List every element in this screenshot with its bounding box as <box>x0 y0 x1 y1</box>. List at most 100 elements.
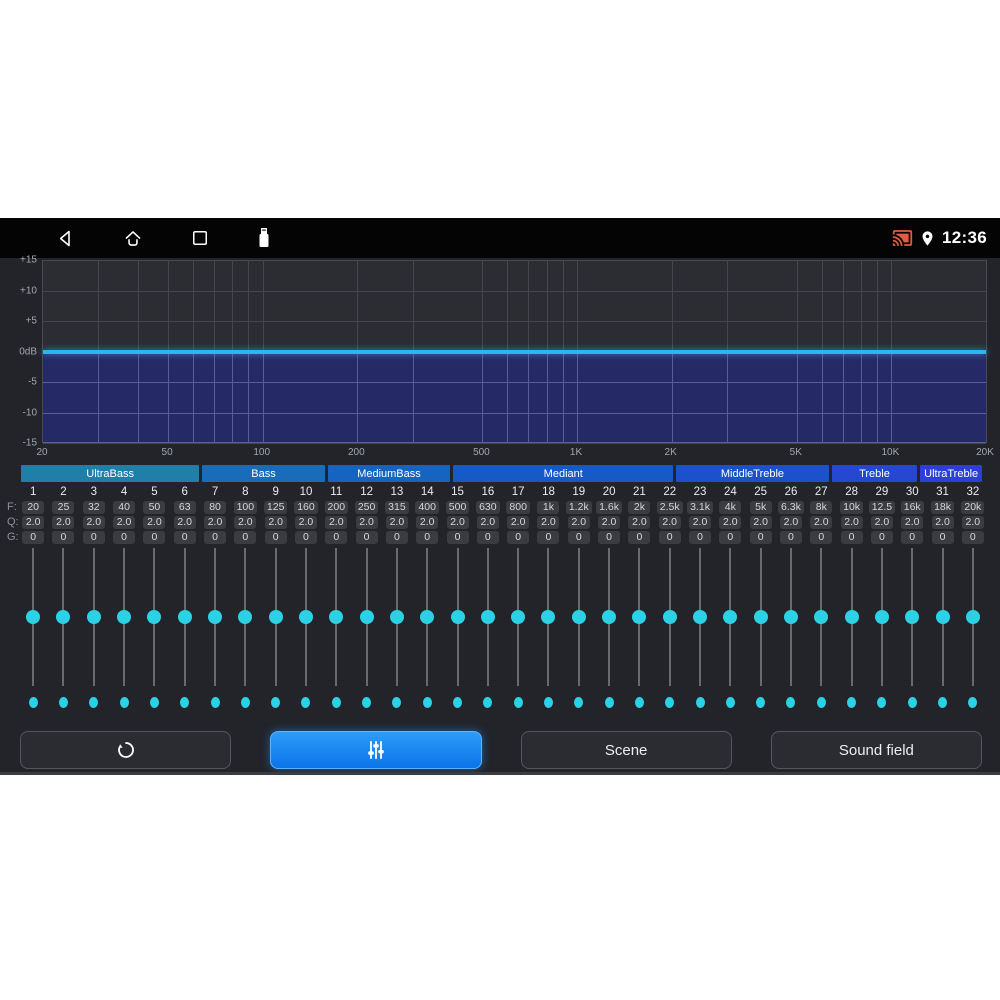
slider-thumb[interactable] <box>783 610 798 624</box>
nav-bar <box>55 227 272 249</box>
gain-slider[interactable] <box>442 548 472 686</box>
channel-column: 13 315 2.0 0 <box>382 485 412 544</box>
gain-slider[interactable] <box>685 548 715 686</box>
slider-thumb[interactable] <box>511 610 526 624</box>
gain-slider[interactable] <box>48 548 78 686</box>
slider-thumb[interactable] <box>389 610 404 624</box>
slider-thumb[interactable] <box>905 610 920 624</box>
grid-vline-light <box>860 351 862 443</box>
gain-slider[interactable] <box>473 548 503 686</box>
slider-thumb[interactable] <box>814 610 829 624</box>
slider-thumb[interactable] <box>177 610 192 624</box>
reset-button[interactable] <box>20 731 232 769</box>
gain-slider[interactable] <box>897 548 927 686</box>
gain-slider[interactable] <box>533 548 563 686</box>
slider-thumb[interactable] <box>632 610 647 624</box>
gain-slider[interactable] <box>170 548 200 686</box>
channel-number: 21 <box>633 486 646 498</box>
slider-thumb[interactable] <box>147 610 162 624</box>
channel-number: 28 <box>845 486 858 498</box>
grid-hline-light <box>43 442 986 443</box>
gain-slider[interactable] <box>927 548 957 686</box>
gain-slider[interactable] <box>230 548 260 686</box>
q-value: 2.0 <box>901 516 924 529</box>
gain-slider[interactable] <box>503 548 533 686</box>
gain-slider[interactable] <box>776 548 806 686</box>
slider-thumb[interactable] <box>935 610 950 624</box>
slider-thumb[interactable] <box>480 610 495 624</box>
slider-thumb[interactable] <box>238 610 253 624</box>
scene-button[interactable]: Scene <box>520 731 732 769</box>
sound-field-button[interactable]: Sound field <box>770 731 982 769</box>
slider-thumb[interactable] <box>693 610 708 624</box>
gain-slider[interactable] <box>351 548 381 686</box>
slider-thumb[interactable] <box>117 610 132 624</box>
equalizer-button[interactable] <box>270 731 482 769</box>
slider-thumb[interactable] <box>268 610 283 624</box>
gain-slider[interactable] <box>261 548 291 686</box>
grid-vline-light <box>546 351 548 443</box>
slider-thumb[interactable] <box>420 610 435 624</box>
indicator-dot <box>362 697 372 708</box>
slider-thumb[interactable] <box>662 610 677 624</box>
gain-slider[interactable] <box>564 548 594 686</box>
grid-vline-light <box>214 351 216 443</box>
g-value: 0 <box>658 531 681 544</box>
bottom-button-bar: Scene Sound field <box>20 731 982 769</box>
slider-thumb[interactable] <box>541 610 556 624</box>
grid-vline-light <box>192 351 194 443</box>
slider-thumb[interactable] <box>874 610 889 624</box>
gain-slider[interactable] <box>746 548 776 686</box>
slider-thumb[interactable] <box>571 610 586 624</box>
g-value: 0 <box>355 531 378 544</box>
slider-thumb[interactable] <box>602 610 617 624</box>
band-group-label: MiddleTreble <box>676 465 829 482</box>
grid-vline-light <box>891 351 893 443</box>
recents-icon[interactable] <box>190 228 210 248</box>
gain-slider[interactable] <box>18 548 48 686</box>
g-value: 0 <box>204 531 227 544</box>
y-tick-label: -15 <box>22 437 37 449</box>
gain-slider[interactable] <box>594 548 624 686</box>
gain-slider[interactable] <box>79 548 109 686</box>
channel-number: 8 <box>242 486 249 498</box>
grid-vline-light <box>482 351 484 443</box>
param-row-labels: F: Q: G: <box>7 501 19 544</box>
slider-thumb[interactable] <box>298 610 313 624</box>
indicator-dot <box>180 697 190 708</box>
gain-slider[interactable] <box>109 548 139 686</box>
q-value: 2.0 <box>810 516 833 529</box>
gain-slider[interactable] <box>321 548 351 686</box>
gain-slider[interactable] <box>836 548 866 686</box>
gain-slider[interactable] <box>715 548 745 686</box>
gain-slider[interactable] <box>291 548 321 686</box>
gain-slider[interactable] <box>655 548 685 686</box>
y-tick-label: +15 <box>20 254 37 266</box>
grid-vline-light <box>412 351 414 443</box>
slider-thumb[interactable] <box>450 610 465 624</box>
band-group-row: UltraBass Bass MediumBass Mediant MiddleTreb… <box>21 465 983 482</box>
slider-thumb[interactable] <box>208 610 223 624</box>
gain-slider[interactable] <box>382 548 412 686</box>
gain-slider[interactable] <box>806 548 836 686</box>
slider-thumb[interactable] <box>359 610 374 624</box>
channel-column: 3 32 2.0 0 <box>79 485 109 544</box>
gain-slider[interactable] <box>624 548 654 686</box>
slider-thumb[interactable] <box>86 610 101 624</box>
gain-slider[interactable] <box>139 548 169 686</box>
head-unit-screen: 12:36 +15 +10 +5 0dB -5 -10 -15 20 50 100 200 500 1… <box>0 218 1000 775</box>
back-icon[interactable] <box>55 228 76 249</box>
slider-thumb[interactable] <box>844 610 859 624</box>
slider-thumb[interactable] <box>56 610 71 624</box>
slider-thumb[interactable] <box>753 610 768 624</box>
home-icon[interactable] <box>122 228 144 249</box>
slider-thumb[interactable] <box>329 610 344 624</box>
gain-slider[interactable] <box>200 548 230 686</box>
slider-thumb[interactable] <box>723 610 738 624</box>
gain-slider[interactable] <box>958 548 988 686</box>
gain-slider[interactable] <box>412 548 442 686</box>
slider-thumb[interactable] <box>965 610 980 624</box>
gain-slider[interactable] <box>867 548 897 686</box>
indicator-dot <box>786 697 796 708</box>
slider-thumb[interactable] <box>26 610 41 624</box>
